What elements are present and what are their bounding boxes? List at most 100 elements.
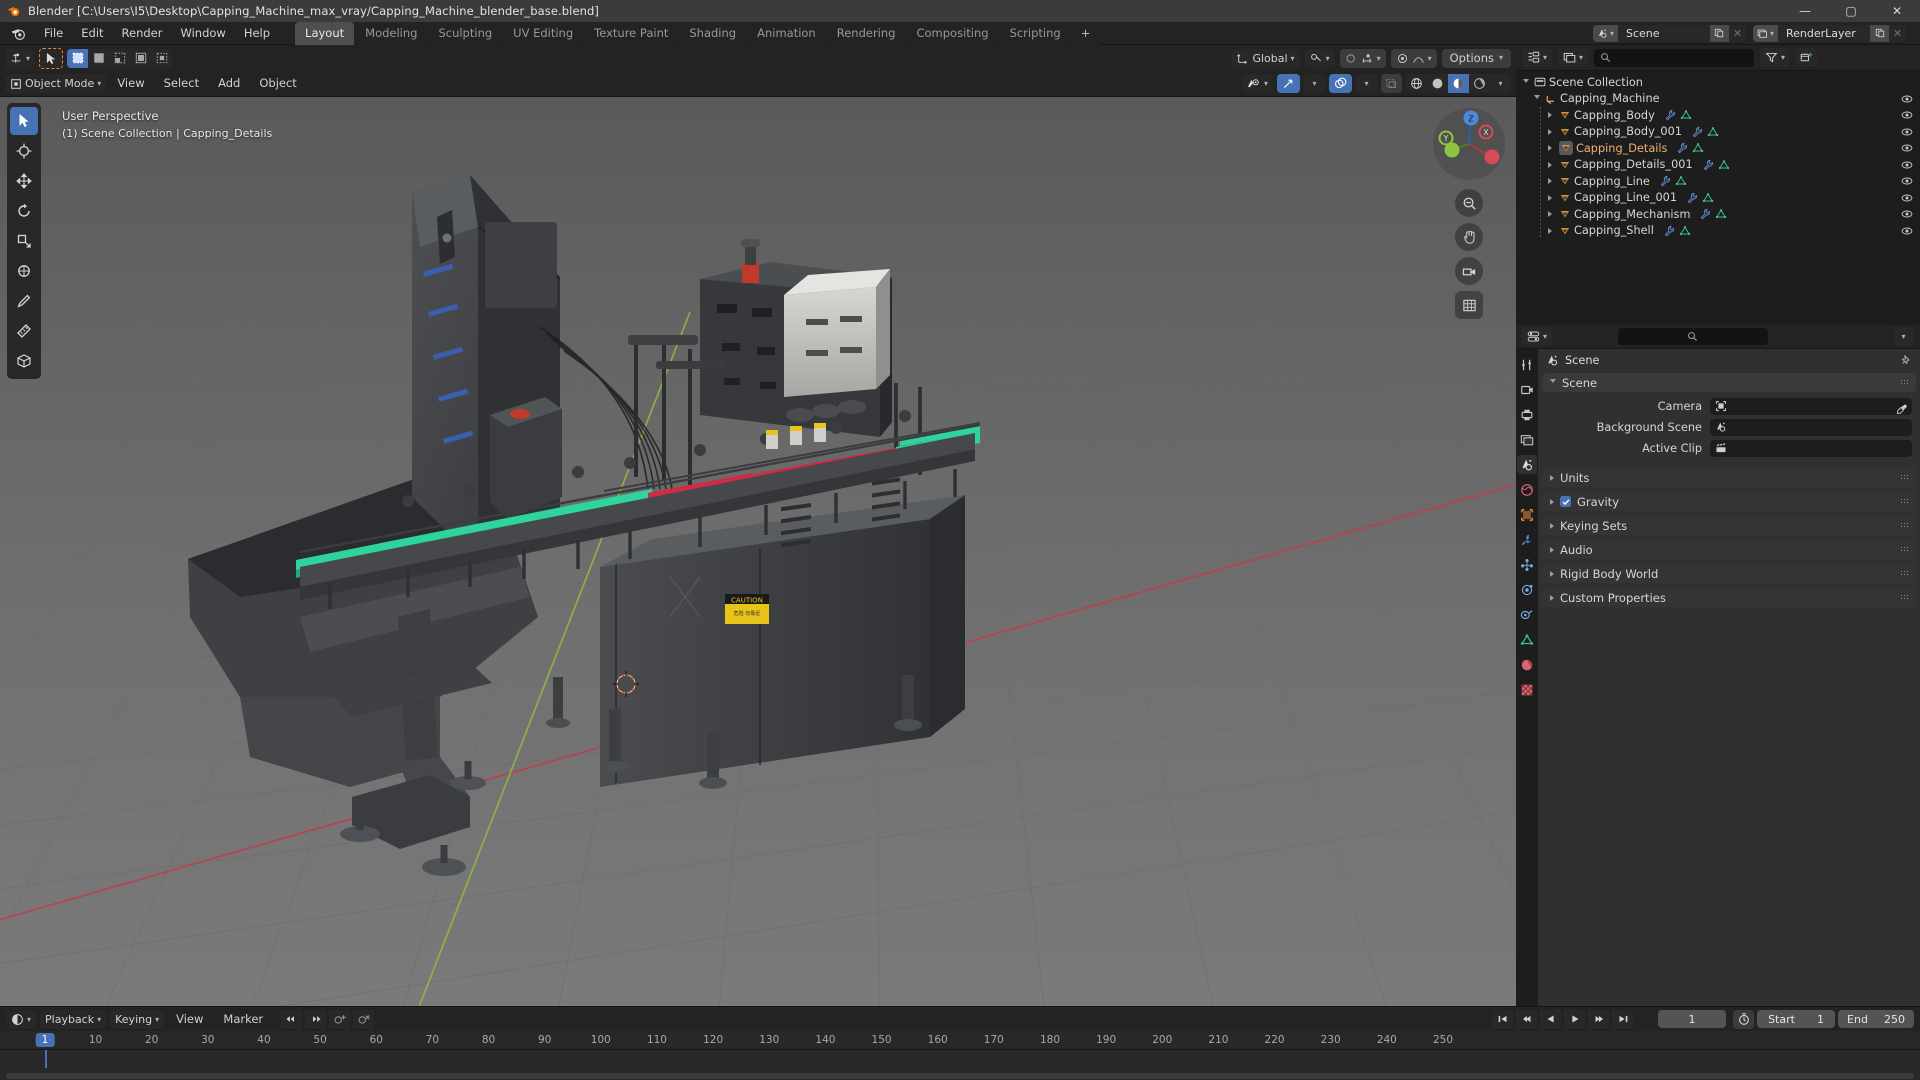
- tab-modeling[interactable]: Modeling: [355, 21, 428, 45]
- tab-physics-properties[interactable]: [1517, 580, 1537, 599]
- mesh-data-icon[interactable]: [1680, 109, 1692, 121]
- tab-texture-paint[interactable]: Texture Paint: [584, 21, 679, 45]
- view-axis-gizmo[interactable]: Z Y X: [1430, 105, 1508, 183]
- tab-texture-properties[interactable]: [1517, 680, 1537, 699]
- cursor-tool-button[interactable]: [39, 47, 64, 69]
- jump-to-start-icon[interactable]: [1492, 1009, 1513, 1029]
- modifier-wrench-icon[interactable]: [1686, 192, 1698, 204]
- viewport-menu-object[interactable]: Object: [251, 74, 304, 93]
- scene-icon[interactable]: ▾: [1592, 24, 1618, 42]
- tab-sculpting[interactable]: Sculpting: [428, 21, 503, 45]
- active-clip-field[interactable]: [1710, 439, 1912, 457]
- menu-window[interactable]: Window: [171, 23, 234, 44]
- playhead-line[interactable]: [45, 1050, 47, 1068]
- insert-keyframe-icon[interactable]: [329, 1009, 351, 1029]
- remove-scene-button[interactable]: ✕: [1729, 27, 1746, 40]
- outliner-row-object[interactable]: Capping_Shell: [1516, 223, 1920, 240]
- outliner-row-object[interactable]: Capping_Body: [1516, 107, 1920, 124]
- mesh-data-icon[interactable]: [1702, 192, 1714, 204]
- mesh-data-icon[interactable]: [1675, 175, 1687, 187]
- new-collection-button[interactable]: [1796, 48, 1818, 67]
- panel-header-units[interactable]: Units: [1542, 468, 1916, 487]
- tab-output-properties[interactable]: [1517, 405, 1537, 424]
- panel-expand-icon[interactable]: [1550, 474, 1554, 481]
- jump-to-next-keyframe-icon[interactable]: [305, 1009, 327, 1029]
- panel-header-rigid-body-world[interactable]: Rigid Body World: [1542, 564, 1916, 583]
- properties-search-input[interactable]: [1617, 328, 1768, 345]
- select-invert-icon[interactable]: [130, 48, 152, 68]
- pin-icon[interactable]: [1900, 354, 1912, 366]
- select-extend-icon[interactable]: [88, 48, 110, 68]
- tab-object-properties[interactable]: [1517, 505, 1537, 524]
- outliner-row-object[interactable]: Capping_Details_001: [1516, 157, 1920, 174]
- timeline-menu-marker[interactable]: Marker: [215, 1010, 271, 1029]
- viewlayer-datablock[interactable]: ▾ RenderLayer ✕: [1752, 24, 1906, 42]
- modifier-wrench-icon[interactable]: [1676, 142, 1688, 154]
- tab-constraint-properties[interactable]: [1517, 605, 1537, 624]
- menu-edit[interactable]: Edit: [72, 23, 112, 44]
- tab-uv-editing[interactable]: UV Editing: [503, 21, 584, 45]
- jump-to-prev-keyframe-icon[interactable]: [281, 1009, 303, 1029]
- snap-selector[interactable]: ▾: [1304, 48, 1335, 68]
- gravity-checkbox[interactable]: [1560, 496, 1571, 507]
- jump-to-end-icon[interactable]: [1612, 1009, 1633, 1029]
- scene-name[interactable]: Scene: [1618, 27, 1710, 40]
- mesh-data-icon[interactable]: [1692, 142, 1704, 154]
- shading-dropdown[interactable]: ▾: [1490, 74, 1511, 93]
- remove-viewlayer-button[interactable]: ✕: [1889, 27, 1906, 40]
- panel-header-custom-properties[interactable]: Custom Properties: [1542, 588, 1916, 607]
- timeline-horizontal-scrollbar[interactable]: [6, 1073, 1914, 1079]
- expand-arrow-icon[interactable]: [1548, 112, 1552, 119]
- timeline-menu-keying[interactable]: Keying ▾: [110, 1009, 165, 1029]
- gizmo-dropdown[interactable]: ▾: [1304, 74, 1325, 93]
- toggle-orthographic-icon[interactable]: [1455, 291, 1483, 319]
- mesh-data-icon[interactable]: [1715, 208, 1727, 220]
- scene-datablock[interactable]: ▾ Scene ✕: [1592, 24, 1746, 42]
- visibility-eye-icon[interactable]: [1901, 109, 1913, 124]
- tab-add-workspace[interactable]: +: [1071, 21, 1100, 45]
- visibility-eye-icon[interactable]: [1901, 225, 1913, 240]
- outliner-row-object[interactable]: Capping_Line_001: [1516, 190, 1920, 207]
- outliner-display-mode[interactable]: ▾: [1558, 48, 1589, 67]
- auto-keying-icon[interactable]: [1733, 1009, 1754, 1029]
- tool-measure[interactable]: [10, 317, 38, 345]
- tab-rendering[interactable]: Rendering: [826, 21, 906, 45]
- modifier-wrench-icon[interactable]: [1702, 159, 1714, 171]
- tab-scene-properties[interactable]: [1517, 455, 1537, 474]
- outliner-row-capping-machine[interactable]: Capping_Machine: [1516, 91, 1920, 108]
- select-subtract-icon[interactable]: [109, 48, 131, 68]
- minimize-button[interactable]: —: [1782, 0, 1828, 22]
- expand-arrow-icon[interactable]: [1548, 194, 1552, 201]
- view-layer-icon[interactable]: ▾: [1752, 24, 1778, 42]
- visibility-selector[interactable]: ▾: [1241, 74, 1273, 93]
- viewlayer-name[interactable]: RenderLayer: [1778, 27, 1870, 40]
- expand-arrow-icon[interactable]: [1534, 95, 1540, 102]
- modifier-wrench-icon[interactable]: [1691, 126, 1703, 138]
- tab-data-properties[interactable]: [1517, 630, 1537, 649]
- panel-header-audio[interactable]: Audio: [1542, 540, 1916, 559]
- modifier-wrench-icon[interactable]: [1664, 109, 1676, 121]
- mesh-data-icon[interactable]: [1707, 126, 1719, 138]
- new-scene-button[interactable]: [1709, 24, 1729, 42]
- tool-move[interactable]: [10, 167, 38, 195]
- tool-annotate[interactable]: [10, 287, 38, 315]
- end-frame-field[interactable]: End 250: [1838, 1010, 1914, 1028]
- panel-expand-icon[interactable]: [1550, 546, 1554, 553]
- panel-expand-icon[interactable]: [1550, 570, 1554, 577]
- visibility-eye-icon[interactable]: [1901, 126, 1913, 141]
- pan-view-icon[interactable]: [1455, 223, 1483, 251]
- tool-transform[interactable]: [10, 257, 38, 285]
- tab-modifier-properties[interactable]: [1517, 530, 1537, 549]
- visibility-eye-icon[interactable]: [1901, 175, 1913, 190]
- visibility-eye-icon[interactable]: [1901, 208, 1913, 223]
- properties-editor-type[interactable]: ▾: [1522, 327, 1553, 346]
- outliner-search-input[interactable]: [1594, 48, 1755, 67]
- panel-header-scene[interactable]: Scene: [1542, 373, 1916, 392]
- 3d-viewport[interactable]: CAUTION 危险 勿靠近 User Perspective (1) Scen…: [0, 97, 1516, 1006]
- expand-arrow-icon[interactable]: [1548, 128, 1552, 135]
- modifier-wrench-icon[interactable]: [1663, 225, 1675, 237]
- editor-type-selector[interactable]: ▾: [5, 48, 36, 68]
- timeline-menu-playback[interactable]: Playback ▾: [40, 1009, 107, 1029]
- outliner-tree[interactable]: Scene Collection Capping_Machine Capping…: [1516, 71, 1920, 325]
- expand-arrow-icon[interactable]: [1548, 161, 1552, 168]
